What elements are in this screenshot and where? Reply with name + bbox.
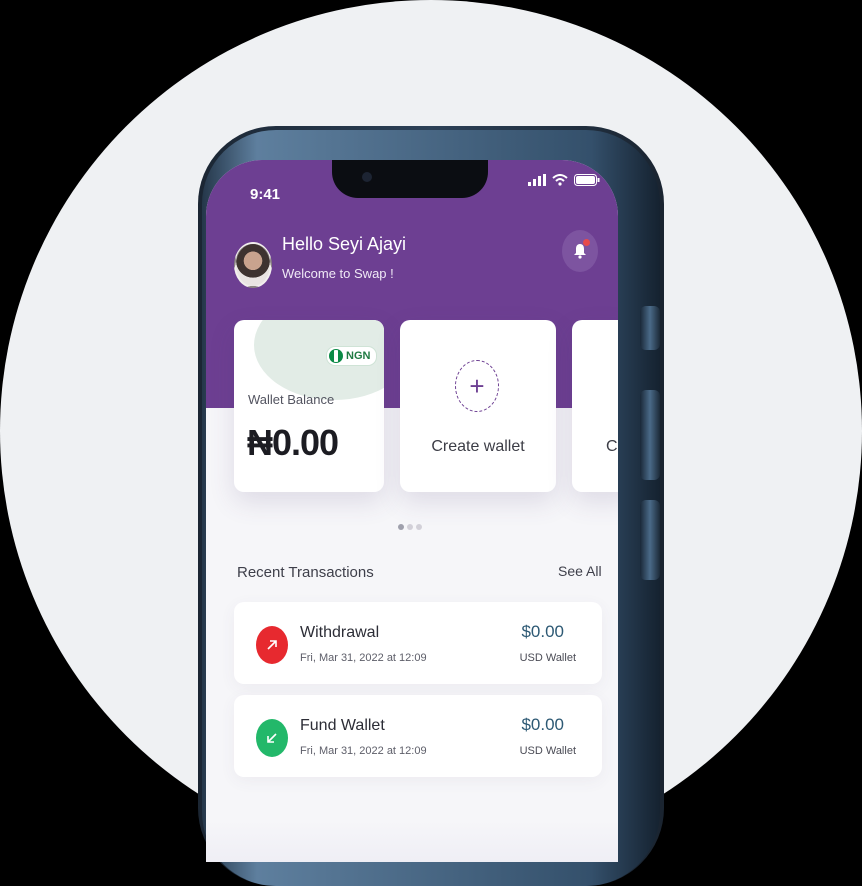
- transaction-name: Fund Wallet: [300, 717, 385, 734]
- battery-icon: [574, 174, 600, 186]
- greeting-title: Hello Seyi Ajayi: [282, 234, 407, 254]
- card-label-partial: Cr: [606, 438, 618, 455]
- recent-transactions-title: Recent Transactions: [237, 564, 374, 581]
- currency-badge: NGN: [326, 346, 378, 366]
- transaction-row[interactable]: Withdrawal Fri, Mar 31, 2022 at 12:09 $0…: [234, 602, 602, 684]
- transaction-date: Fri, Mar 31, 2022 at 12:09: [300, 652, 427, 664]
- status-icons: [528, 170, 600, 190]
- wallet-balance-value: ₦0.00: [247, 422, 339, 463]
- plus-icon: +: [455, 360, 499, 412]
- create-wallet-card-partial[interactable]: Cr: [572, 320, 618, 492]
- arrow-up-right-icon: [256, 626, 288, 664]
- pager-dot[interactable]: [407, 524, 413, 530]
- greeting-subtitle: Welcome to Swap !: [282, 266, 394, 281]
- wallet-balance-label: Wallet Balance: [248, 392, 335, 407]
- create-wallet-label: Create wallet: [431, 438, 525, 455]
- wifi-icon: [552, 174, 568, 186]
- transaction-wallet: USD Wallet: [519, 745, 576, 757]
- nigeria-flag-icon: [329, 349, 343, 363]
- transaction-name: Withdrawal: [300, 624, 380, 641]
- transaction-amount: $0.00: [521, 715, 564, 734]
- transaction-amount: $0.00: [521, 622, 564, 641]
- phone-side-button: [640, 390, 660, 480]
- avatar[interactable]: [234, 242, 272, 288]
- wallet-balance-card[interactable]: NGN Wallet Balance ₦0.00: [234, 320, 384, 492]
- notch: [332, 160, 488, 198]
- transaction-row[interactable]: Fund Wallet Fri, Mar 31, 2022 at 12:09 $…: [234, 695, 602, 777]
- see-all-link[interactable]: See All: [558, 563, 602, 579]
- create-wallet-card[interactable]: + Create wallet: [400, 320, 556, 492]
- notifications-button[interactable]: [562, 230, 598, 272]
- notification-badge: [583, 239, 590, 246]
- phone-side-button: [640, 306, 660, 350]
- status-time: 9:41: [250, 186, 281, 203]
- transaction-wallet: USD Wallet: [519, 652, 576, 664]
- pager-dot[interactable]: [398, 524, 404, 530]
- pager-dot[interactable]: [416, 524, 422, 530]
- phone-side-button: [640, 500, 660, 580]
- signal-icon: [528, 174, 546, 186]
- transaction-date: Fri, Mar 31, 2022 at 12:09: [300, 745, 427, 757]
- arrow-down-left-icon: [256, 719, 288, 757]
- carousel-pager: [398, 524, 422, 530]
- phone-screen: 9:41 Hello Seyi Ajayi Welcome to Swap ! …: [206, 160, 618, 862]
